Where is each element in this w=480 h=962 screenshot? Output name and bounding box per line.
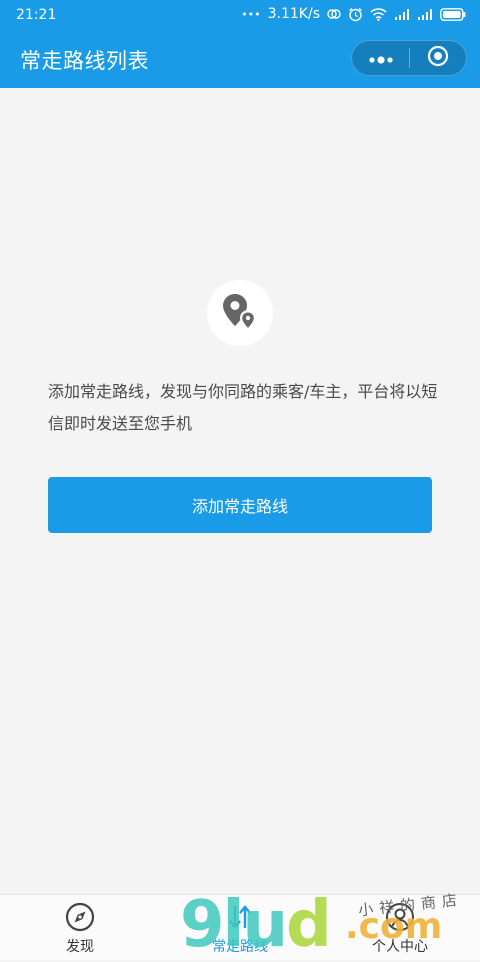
target-circle-icon xyxy=(427,45,449,71)
watermark: 9lud .com 小祥的商店 xyxy=(180,890,480,960)
signal-icon xyxy=(417,8,433,21)
status-bar: 21:21 ••• 3.11K/s xyxy=(0,0,480,30)
notification-dots: ••• xyxy=(241,7,261,21)
wifi-icon xyxy=(370,7,387,21)
alarm-icon xyxy=(348,7,363,22)
empty-state-description: 添加常走路线，发现与你同路的乘客/车主，平台将以短信即时发送至您手机 xyxy=(48,382,438,433)
miniprogram-capsule xyxy=(351,40,467,76)
signal-icon xyxy=(394,8,410,21)
header: 21:21 ••• 3.11K/s 常走路线列表 xyxy=(0,0,480,88)
more-dots-icon xyxy=(368,49,394,68)
compass-icon xyxy=(64,901,96,933)
page-title: 常走路线列表 xyxy=(20,49,149,73)
tab-label-discover: 发现 xyxy=(66,939,94,955)
status-icons: ••• 3.11K/s xyxy=(241,6,466,22)
add-route-button[interactable]: 添加常走路线 xyxy=(48,477,432,533)
tab-discover[interactable]: 发现 xyxy=(20,895,140,961)
title-bar: 常走路线列表 xyxy=(0,30,480,88)
more-button[interactable] xyxy=(352,41,409,75)
close-button[interactable] xyxy=(410,41,466,75)
status-time: 21:21 xyxy=(16,7,57,23)
sync-icon xyxy=(327,7,341,21)
network-speed: 3.11K/s xyxy=(267,6,320,22)
watermark-logo: 9lud xyxy=(180,888,332,962)
battery-icon xyxy=(440,7,466,21)
location-pin-pair-icon xyxy=(219,290,261,336)
empty-state-icon-circle xyxy=(207,280,273,346)
